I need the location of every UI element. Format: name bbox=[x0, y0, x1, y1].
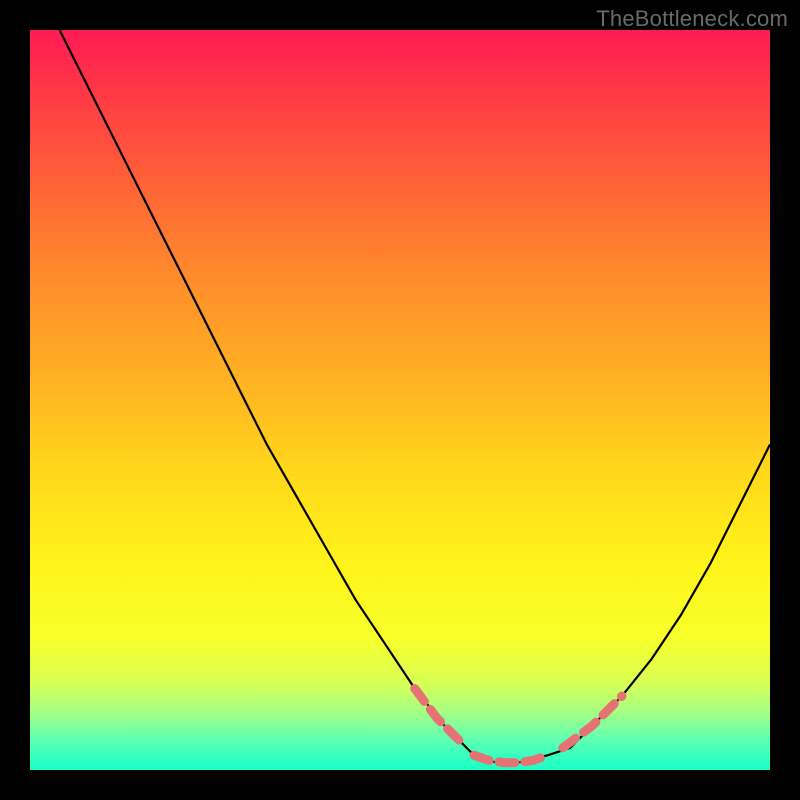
bottleneck-curve-path bbox=[60, 30, 770, 763]
highlight-segment bbox=[563, 696, 622, 748]
watermark-text: TheBottleneck.com bbox=[596, 6, 788, 32]
chart-svg bbox=[30, 30, 770, 770]
highlight-segment bbox=[474, 755, 548, 762]
highlight-segment bbox=[415, 689, 459, 741]
plot-area bbox=[30, 30, 770, 770]
